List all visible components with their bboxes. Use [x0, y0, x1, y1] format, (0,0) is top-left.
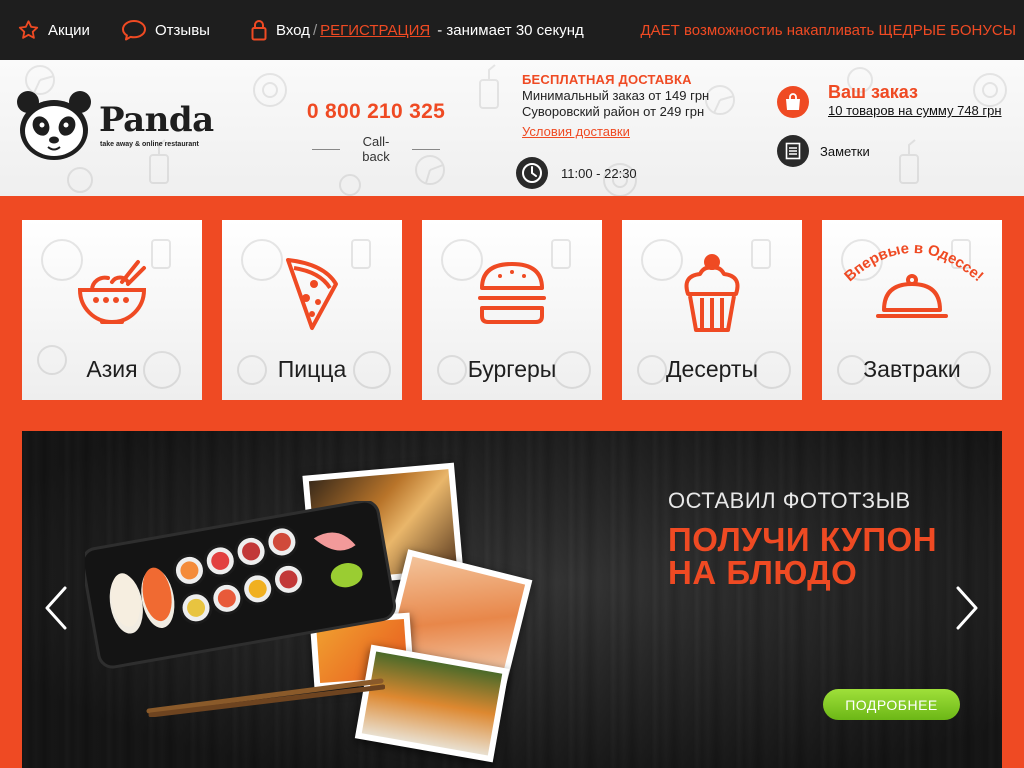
hours-text: 11:00 - 22:30: [561, 165, 637, 181]
cloche-icon: [876, 274, 948, 318]
divider: [411, 148, 440, 150]
opening-hours: 11:00 - 22:30: [516, 157, 637, 189]
cart-title: Ваш заказ: [828, 82, 918, 102]
notes-link[interactable]: Заметки: [777, 135, 870, 167]
pizza-slice-icon: [286, 258, 338, 330]
promotions-link[interactable]: Акции: [17, 0, 90, 60]
category-label: Азия: [86, 356, 138, 382]
register-link[interactable]: РЕГИСТРАЦИЯ: [320, 22, 430, 39]
category-burgers[interactable]: Бургеры: [422, 220, 602, 400]
bonus-promo-text: ДАЕТ возможностиь накапливать ЩЕДРЫЕ БОН…: [640, 21, 1016, 39]
chopsticks-image: [146, 678, 385, 717]
speech-bubble-icon: [122, 20, 146, 41]
divider: [312, 148, 341, 150]
category-asia[interactable]: Азия: [22, 220, 202, 400]
banner-headline: ОСТАВИЛ ФОТОТЗЫВ: [668, 488, 911, 513]
phone-block: 0 800 210 325 Call-back: [300, 100, 452, 164]
login-link[interactable]: Вход: [276, 22, 310, 39]
register-note: - занимает 30 секунд: [437, 21, 584, 39]
delivery-conditions-link[interactable]: Условия доставки: [522, 124, 630, 140]
promotions-label: Акции: [48, 21, 90, 39]
promo-banner: ОСТАВИЛ ФОТОТЗЫВ ПОЛУЧИ КУПОН НА БЛЮДО П…: [22, 431, 1002, 768]
notes-label: Заметки: [820, 143, 870, 159]
panda-face-icon: [17, 91, 91, 160]
category-grid: Азия Пицца Бургеры Десерты Впервые в Оде…: [22, 220, 1002, 400]
phone-number[interactable]: 0 800 210 325: [300, 100, 452, 124]
category-label: Бургеры: [467, 356, 557, 382]
noodle-bowl-icon: [77, 260, 147, 324]
category-label: Завтраки: [863, 356, 961, 382]
delivery-info: БЕСПЛАТНАЯ ДОСТАВКА Минимальный заказ от…: [522, 72, 752, 140]
shopping-bag-icon: [777, 86, 809, 118]
slider-next-arrow-icon[interactable]: [955, 586, 979, 630]
brand-tagline: take away & online restaurant: [100, 141, 199, 148]
callback-label: Call-back: [362, 134, 390, 164]
banner-more-button[interactable]: ПОДРОБНЕЕ: [823, 689, 960, 720]
brand-name: Panda: [99, 100, 214, 140]
category-label: Десерты: [665, 356, 758, 382]
top-bar: Акции Отзывы Вход / РЕГИСТРАЦИЯ - занима…: [0, 0, 1024, 60]
slider-prev-arrow-icon[interactable]: [44, 586, 68, 630]
panda-logo[interactable]: Panda take away & online restaurant: [16, 90, 221, 162]
delivery-title: БЕСПЛАТНАЯ ДОСТАВКА: [522, 72, 692, 87]
category-breakfasts[interactable]: Впервые в Одессе! Завтраки: [822, 220, 1002, 400]
delivery-district: Суворовский район от 249 грн: [522, 104, 705, 119]
reviews-label: Отзывы: [155, 21, 210, 39]
auth-area: Вход / РЕГИСТРАЦИЯ - занимает 30 секунд: [251, 0, 584, 60]
cart-total[interactable]: 10 товаров на сумму 748 грн: [828, 103, 1002, 118]
lock-icon: [251, 20, 267, 41]
banner-offer: ПОЛУЧИ КУПОН НА БЛЮДО: [668, 521, 938, 591]
burger-icon: [478, 262, 546, 324]
reviews-link[interactable]: Отзывы: [121, 0, 210, 60]
notepad-icon: [777, 135, 809, 167]
star-icon: [18, 20, 39, 39]
category-desserts[interactable]: Десерты: [622, 220, 802, 400]
cupcake-icon: [684, 254, 740, 332]
auth-separator: /: [312, 21, 318, 39]
category-label: Пицца: [277, 356, 347, 382]
clock-icon: [516, 157, 548, 189]
delivery-min-order: Минимальный заказ от 149 грн: [522, 88, 710, 103]
site-header: Panda take away & online restaurant 0 80…: [0, 60, 1024, 196]
sushi-tray-image: [85, 501, 396, 669]
category-pizza[interactable]: Пицца: [222, 220, 402, 400]
callback-link[interactable]: Call-back: [300, 134, 452, 164]
